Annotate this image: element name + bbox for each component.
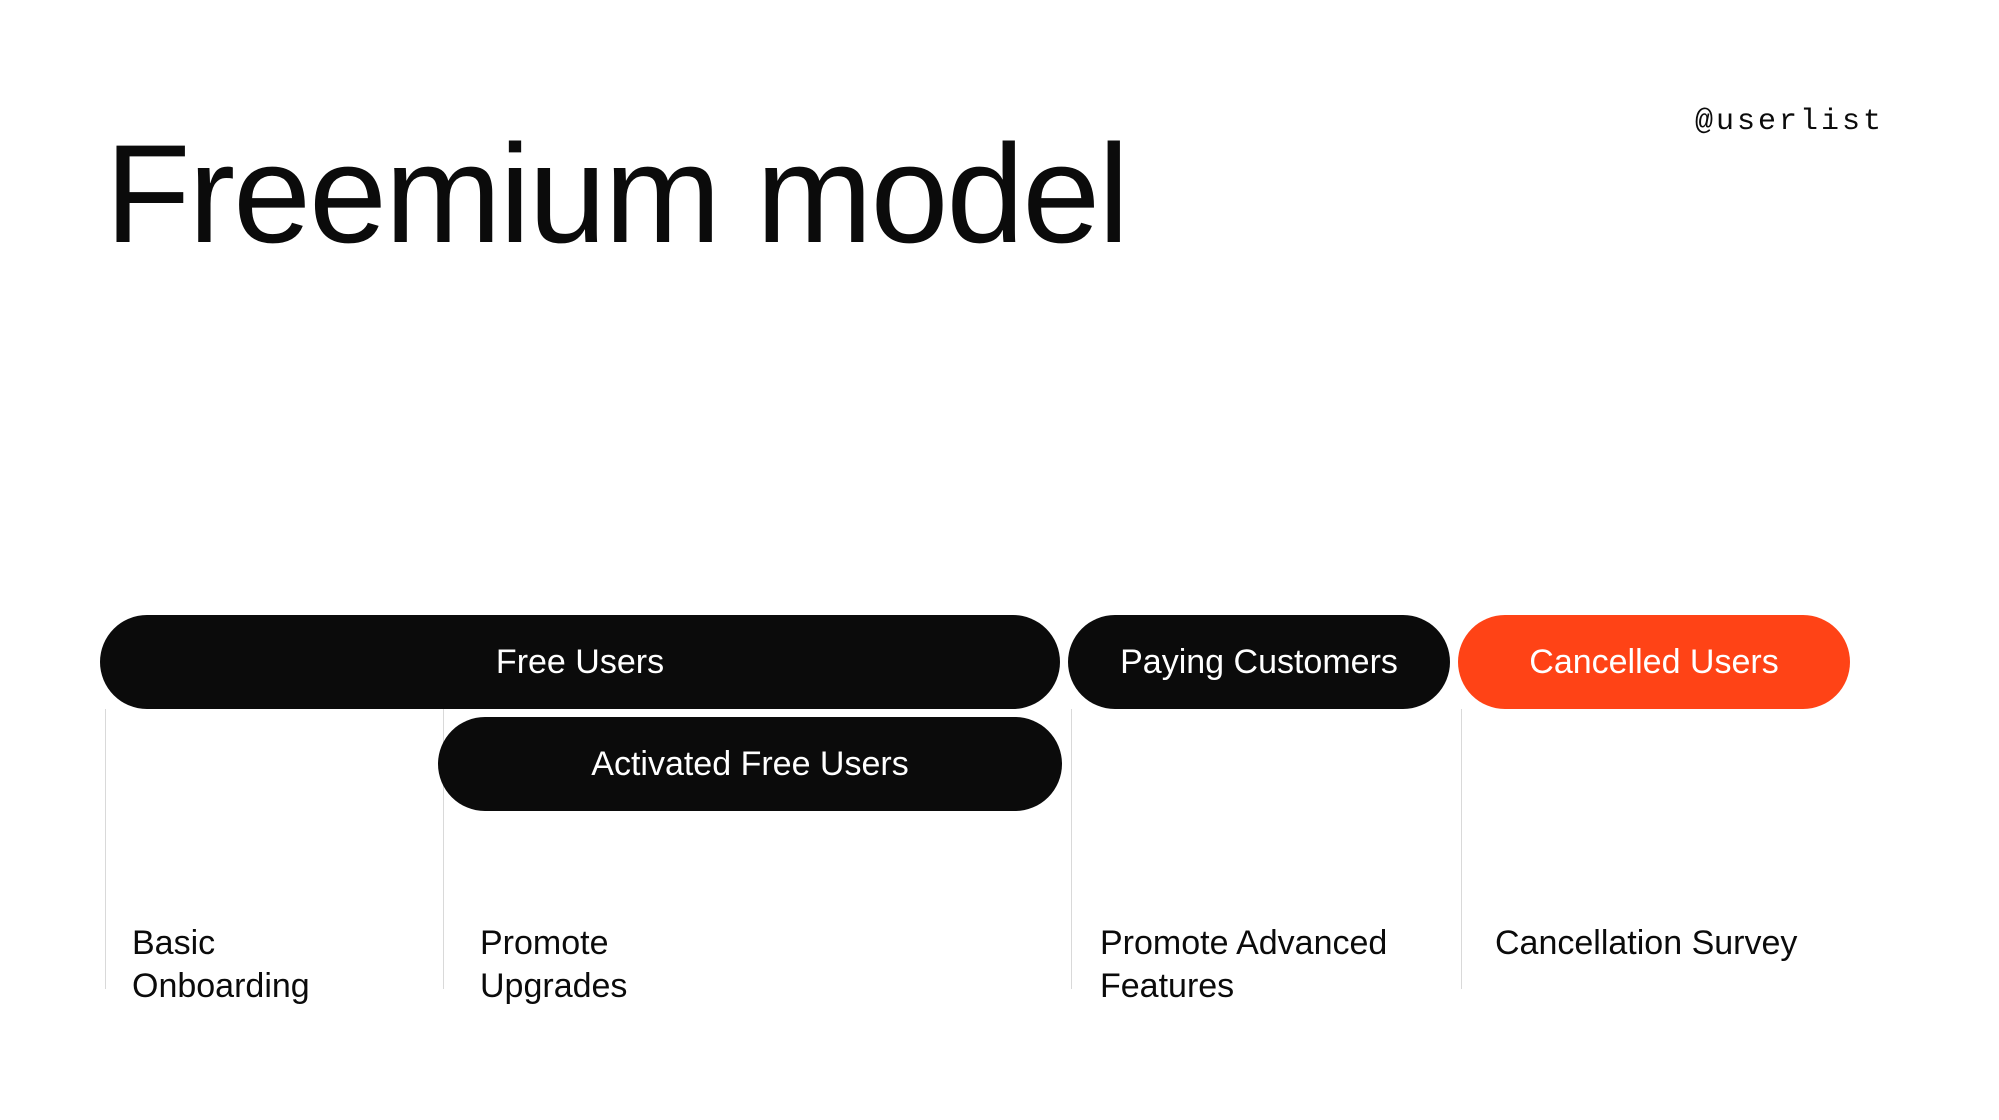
stage-pill-paying-customers: Paying Customers [1068,615,1450,709]
stage-pill-free-users: Free Users [100,615,1060,709]
lane-caption-promote-upgrades: Promote Upgrades [480,922,730,1007]
freemium-diagram: Free Users Activated Free Users Paying C… [100,615,1892,1015]
brand-handle: @userlist [1695,105,1884,139]
stage-pill-activated-free-users: Activated Free Users [438,717,1062,811]
lane-caption-cancellation-survey: Cancellation Survey [1495,922,1797,965]
lane-caption-promote-advanced-features: Promote Advanced Features [1100,922,1430,1007]
stage-pill-cancelled-users: Cancelled Users [1458,615,1850,709]
lane-divider [105,709,106,989]
lane-divider [1461,709,1462,989]
slide-title: Freemium model [105,120,1127,267]
lane-divider [1071,709,1072,989]
lane-caption-basic-onboarding: Basic Onboarding [132,922,382,1007]
